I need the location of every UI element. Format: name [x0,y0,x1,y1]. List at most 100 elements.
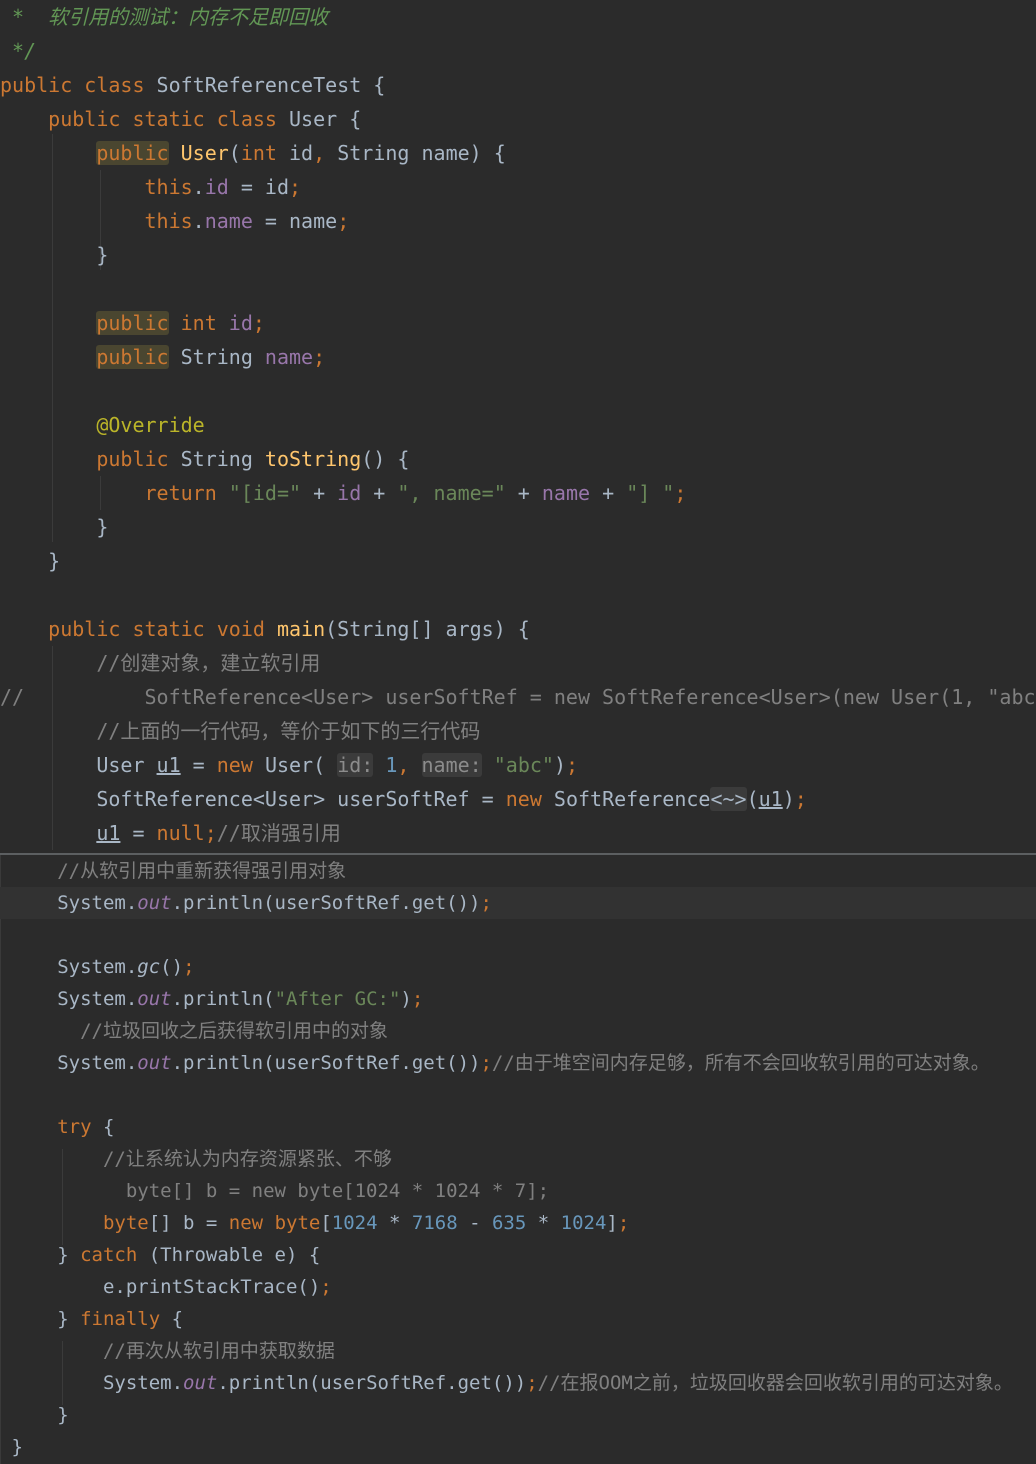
code-line-top-3[interactable]: public class SoftReferenceTest { [0,68,1036,102]
code-token: //垃圾回收之后获得软引用中的对象 [80,1020,388,1042]
code-line-top-5[interactable]: public User(int id, String name) { [0,136,1036,170]
code-line-top-25[interactable]: u1 = null;//取消强引用 [0,816,1036,850]
code-token: byte [102,1212,149,1234]
code-line-bottom-19[interactable]: } [0,1431,1036,1463]
code-token: ; [204,821,217,845]
code-line-top-19[interactable]: public static void main(String[] args) { [0,612,1036,646]
code-token: byte [274,1212,321,1234]
code-token: . [192,175,205,199]
code-token: main [276,617,326,641]
code-lines-bottom[interactable]: //从软引用中重新获得强引用对象 System.out.println(user… [0,855,1036,1463]
code-token: [ [320,1212,332,1234]
code-line-top-17[interactable]: } [0,544,1036,578]
code-token: .println(userSoftRef.get()) [171,892,481,914]
code-token: ", name=" [397,481,506,505]
code-token: = name [252,209,338,233]
code-token: name: [421,753,482,777]
code-line-top-21[interactable]: // SoftReference<User> userSoftRef = new… [0,680,1036,714]
code-token: System. [0,1052,138,1074]
code-token: new [228,1212,275,1234]
code-token: out [137,988,172,1010]
code-token: out [137,892,172,914]
code-line-bottom-7[interactable]: System.out.println(userSoftRef.get());//… [0,1047,1036,1079]
code-token: User [180,141,229,165]
code-line-bottom-2[interactable]: System.out.println(userSoftRef.get()); [0,887,1036,919]
code-token: .println(userSoftRef.get()) [217,1372,527,1394]
code-token: () [160,956,184,978]
code-line-bottom-13[interactable]: } catch (Throwable e) { [0,1239,1036,1271]
code-lines-top[interactable]: * 软引用的测试：内存不足即回收 */ public class SoftRefe… [0,0,1036,850]
code-line-top-23[interactable]: User u1 = new User( id: 1, name: "abc"); [0,748,1036,782]
code-token: ; [313,345,326,369]
code-token: } [0,515,109,539]
code-line-bottom-16[interactable]: //再次从软引用中获取数据 [0,1335,1036,1367]
code-line-top-9[interactable] [0,272,1036,306]
code-token: finally [80,1308,172,1330]
code-token: ( [746,787,759,811]
code-line-bottom-6[interactable]: //垃圾回收之后获得软引用中的对象 [0,1015,1036,1047]
code-line-top-24[interactable]: SoftReference<User> userSoftRef = new So… [0,782,1036,816]
code-token: ; [411,988,424,1010]
code-line-bottom-3[interactable] [0,919,1036,951]
code-token: <~> [710,787,747,811]
code-token: name [204,209,253,233]
code-token: } [0,549,61,573]
code-token: System. [0,1372,184,1394]
code-token: //取消强引用 [216,821,341,845]
code-line-bottom-11[interactable]: byte[] b = new byte[1024 * 1024 * 7]; [0,1175,1036,1207]
code-token: this [144,209,193,233]
code-line-top-7[interactable]: this.name = name; [0,204,1036,238]
code-line-top-4[interactable]: public static class User { [0,102,1036,136]
code-token: id [337,481,362,505]
code-line-top-14[interactable]: public String toString() { [0,442,1036,476]
code-line-bottom-15[interactable]: } finally { [0,1303,1036,1335]
code-line-top-12[interactable] [0,374,1036,408]
code-token: [] b = [148,1212,229,1234]
code-token: e.printStackTrace() [0,1276,321,1298]
code-line-bottom-9[interactable]: try { [0,1111,1036,1143]
code-line-top-11[interactable]: public String name; [0,340,1036,374]
code-token: gc [137,956,161,978]
code-line-bottom-17[interactable]: System.out.println(userSoftRef.get());//… [0,1367,1036,1399]
code-token: 1024 [331,1212,378,1234]
code-token: .println( [171,988,275,1010]
code-token: SoftReference [553,787,711,811]
code-line-top-13[interactable]: @Override [0,408,1036,442]
code-line-top-6[interactable]: this.id = id; [0,170,1036,204]
code-token: "abc" [493,753,554,777]
code-line-top-8[interactable]: } [0,238,1036,272]
code-line-top-20[interactable]: //创建对象，建立软引用 [0,646,1036,680]
code-line-top-2[interactable]: */ [0,34,1036,68]
code-token: 7168 [411,1212,458,1234]
code-token: + [301,481,338,505]
code-line-top-15[interactable]: return "[id=" + id + ", name=" + name + … [0,476,1036,510]
code-token: new [216,753,265,777]
code-token: * 软引用的测试：内存不足即回收 [0,5,329,29]
code-line-bottom-18[interactable]: } [0,1399,1036,1431]
code-line-bottom-1[interactable]: //从软引用中重新获得强引用对象 [0,855,1036,887]
code-token: - [457,1212,492,1234]
code-line-bottom-12[interactable]: byte[] b = new byte[1024 * 7168 - 635 * … [0,1207,1036,1239]
code-line-bottom-5[interactable]: System.out.println("After GC:"); [0,983,1036,1015]
code-line-bottom-8[interactable] [0,1079,1036,1111]
code-token: try [57,1116,103,1138]
code-line-bottom-14[interactable]: e.printStackTrace(); [0,1271,1036,1303]
code-line-top-22[interactable]: //上面的一行代码，等价于如下的三行代码 [0,714,1036,748]
code-token: String [180,447,265,471]
code-line-bottom-10[interactable]: //让系统认为内存资源紧张、不够 [0,1143,1036,1175]
code-token: ; [526,1372,538,1394]
code-line-top-1[interactable]: * 软引用的测试：内存不足即回收 [0,0,1036,34]
code-token: User( [264,753,338,777]
code-token: SoftReferenceTest { [156,73,386,97]
code-token: { [102,1116,115,1138]
code-line-bottom-4[interactable]: System.gc(); [0,951,1036,983]
code-token: id: [337,753,374,777]
code-line-top-18[interactable] [0,578,1036,612]
code-line-top-16[interactable]: } [0,510,1036,544]
code-line-top-10[interactable]: public int id; [0,306,1036,340]
editor-pane-bottom[interactable]: //从软引用中重新获得强引用对象 System.out.println(user… [0,855,1036,1464]
editor-pane-top[interactable]: * 软引用的测试：内存不足即回收 */ public class SoftRefe… [0,0,1036,854]
code-token: . [192,209,205,233]
